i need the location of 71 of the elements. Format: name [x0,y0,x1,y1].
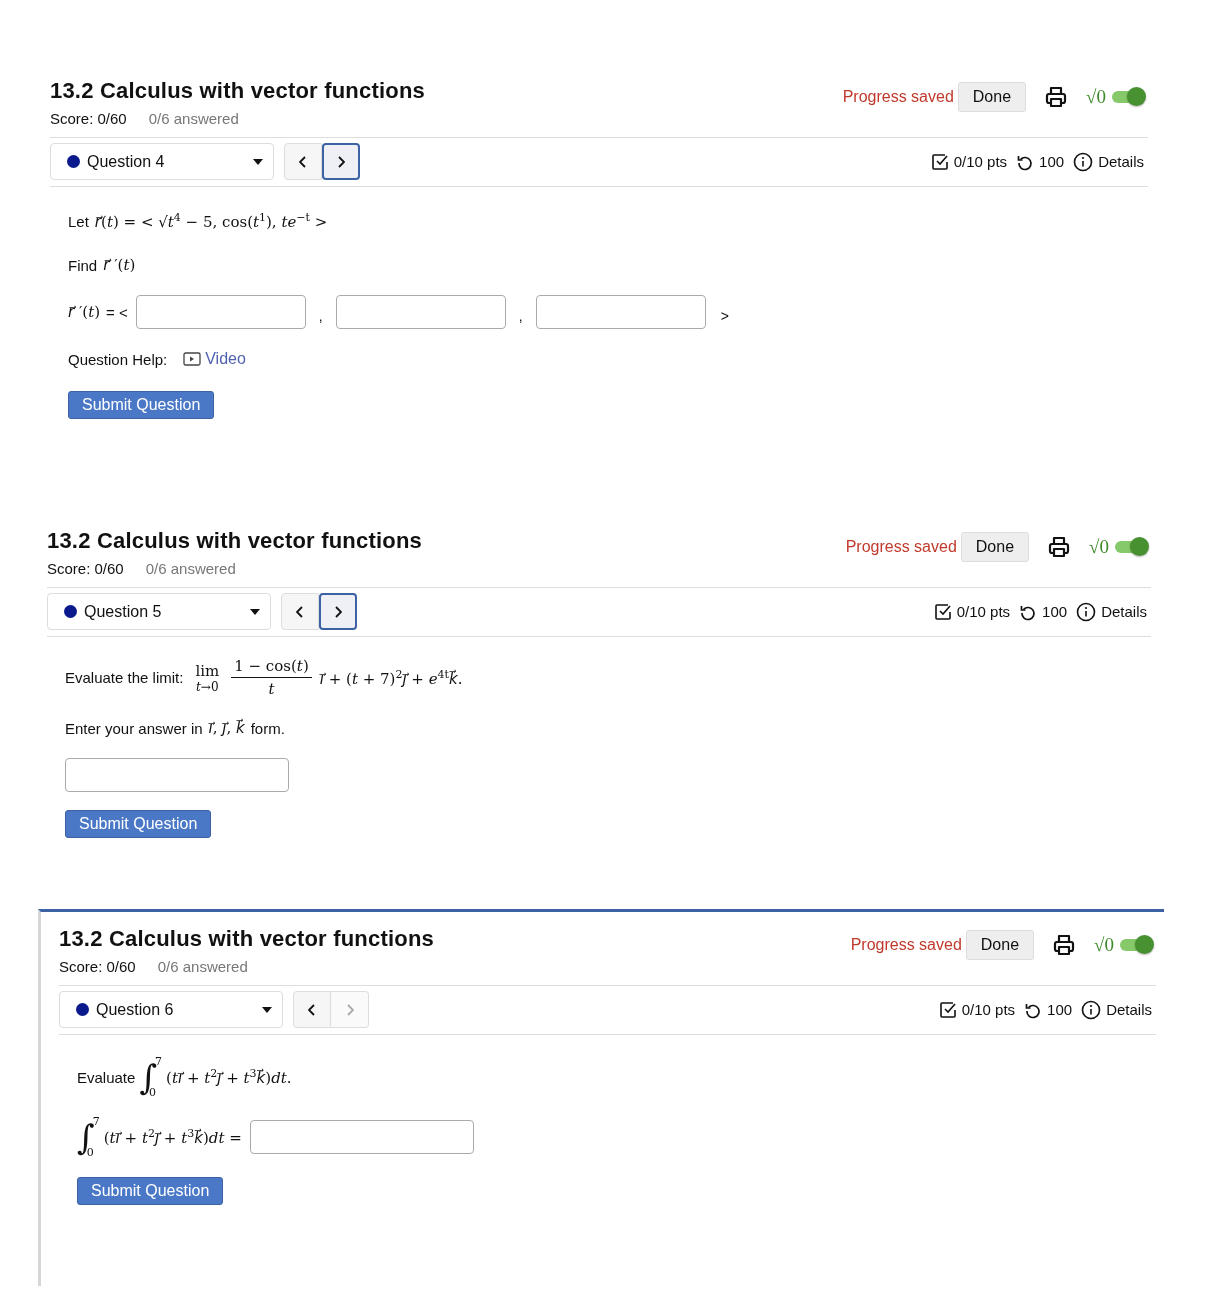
chevron-right-icon [334,605,342,618]
points-text: 0/10 pts [956,603,1011,620]
checkbox-icon [938,1000,957,1019]
math-entry-label: √0 [1086,86,1106,108]
question-dropdown[interactable]: Question 4 [50,143,274,180]
score-text: Score: 0/60 [50,110,127,127]
chevron-left-icon [296,605,304,618]
answered-count: 0/6 answered [148,110,239,127]
chevron-left-icon [308,1003,316,1016]
score-text: Score: 0/60 [47,560,124,577]
answer-label: r⃗ ′(t) = < [68,303,128,321]
progress-status: Progress saved [842,88,954,106]
question-text: Let r⃗(t) = < √t$^{4}$ − 5, cos(t$^{1}$), te$^{−t}$ > [68,211,328,231]
points-text: 0/10 pts [953,153,1008,170]
question-dropdown[interactable]: Question 6 [59,991,283,1028]
answer-field[interactable] [249,1120,474,1154]
answered-count: 0/6 answered [145,560,236,577]
attempts-text: 100 [1047,1001,1073,1018]
progress-status: Progress saved [850,936,962,954]
details-link[interactable]: Details [1098,153,1144,170]
details-link[interactable]: Details [1101,603,1147,620]
submit-button[interactable]: Submit Question [65,810,212,838]
done-button[interactable]: Done [957,82,1027,112]
math-entry-label: √0 [1094,934,1114,956]
checkbox-icon [930,152,949,171]
info-icon [1073,151,1094,172]
info-icon [1076,601,1097,622]
separator-text: , [517,307,524,324]
chevron-right-icon [337,155,345,168]
previous-button[interactable] [281,593,319,630]
assignment-title: 13.2 Calculus with vector functions [47,528,422,554]
answer-field[interactable] [65,758,289,792]
separator-text: , [317,307,324,324]
next-button[interactable] [319,593,357,630]
done-button[interactable]: Done [960,532,1030,562]
chevron-left-icon [299,155,307,168]
assignment-title: 13.2 Calculus with vector functions [50,78,425,104]
print-icon [1052,933,1077,957]
previous-button[interactable] [284,143,322,180]
checkbox-icon [933,602,952,621]
question-text: Enter your answer in i⃗, j⃗, k⃗ form. [65,719,285,737]
attempts-text: 100 [1039,153,1065,170]
details-link[interactable]: Details [1106,1001,1152,1018]
chevron-right-icon [345,1003,354,1016]
video-link[interactable]: Video [205,350,246,368]
print-icon [1044,85,1069,109]
help-label: Question Help: [68,350,168,368]
answer-field[interactable] [335,295,506,329]
question-text: Find r⃗ ′(t) [68,256,136,274]
attempts-text: 100 [1042,603,1068,620]
previous-button[interactable] [293,991,331,1028]
done-button[interactable]: Done [965,930,1035,960]
caret-icon [253,158,263,165]
assignment-title: 13.2 Calculus with vector functions [59,926,434,952]
print-icon [1047,535,1072,559]
points-text: 0/10 pts [961,1001,1016,1018]
progress-status: Progress saved [845,538,957,556]
submit-button[interactable]: Submit Question [68,391,215,419]
next-button[interactable] [322,143,360,180]
answered-count: 0/6 answered [157,958,248,975]
answer-field[interactable] [135,295,306,329]
video-icon [183,352,202,366]
answer-field[interactable] [535,295,706,329]
caret-icon [250,608,260,615]
closing-bracket-text: > [719,307,730,324]
caret-icon [262,1006,272,1013]
score-text: Score: 0/60 [59,958,136,975]
question-dropdown[interactable]: Question 5 [47,593,271,630]
info-icon [1081,999,1102,1020]
math-entry-label: √0 [1089,536,1109,558]
submit-button[interactable]: Submit Question [77,1177,224,1205]
